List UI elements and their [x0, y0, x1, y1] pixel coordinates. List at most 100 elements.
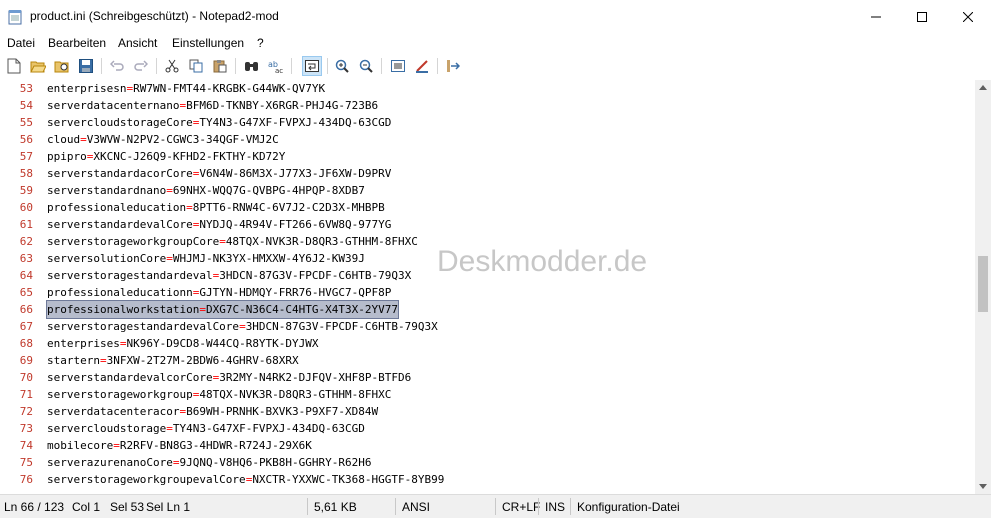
editor-line[interactable]: 64 serverstoragestandardeval=3HDCN-87G3V-… [0, 267, 975, 284]
line-number: 60 [19, 201, 33, 214]
editor-line[interactable]: 69 startern=3NFXW-2T27M-2BDW6-4GHRV-68XRX [0, 352, 975, 369]
ini-value: 8PTT6-RNW4C-6V7J2-C2D3X-MHBPB [192, 201, 385, 214]
scheme-button[interactable] [389, 57, 407, 75]
code-line: serverstorageworkgroupCore=48TQX-NVK3R-D… [47, 233, 418, 250]
ini-value: 3R2MY-N4RK2-DJFQV-XHF8P-BTFD6 [219, 371, 412, 384]
notepad-app-icon [8, 10, 22, 25]
line-number: 76 [19, 473, 33, 486]
toolbar-separator [235, 58, 236, 74]
editor-line[interactable]: 57 ppipro=XKCNC-J26Q9-KFHD2-FKTHY-KD72Y [0, 148, 975, 165]
code-line: serverdatacenternano=BFM6D-TKNBY-X6RGR-P… [47, 97, 378, 114]
editor-line[interactable]: 73 servercloudstorage=TY4N3-G47XF-FVPXJ-4… [0, 420, 975, 437]
word-wrap-button[interactable] [302, 56, 322, 76]
status-scheme[interactable]: Konfiguration-Datei [577, 500, 680, 514]
ini-key: serverazurenanoCore [47, 456, 173, 469]
save-button[interactable] [77, 57, 95, 75]
open-button[interactable] [29, 57, 47, 75]
exit-icon [447, 60, 460, 72]
exit-button[interactable] [444, 57, 462, 75]
ini-key: serverstorageworkgroup [47, 388, 193, 401]
copy-icon [189, 59, 203, 73]
menu-help[interactable]: ? [257, 36, 264, 50]
cut-button[interactable] [163, 57, 181, 75]
editor-line[interactable]: 76 serverstorageworkgroupevalCore=NXCTR-Y… [0, 471, 975, 488]
line-number: 62 [19, 235, 33, 248]
minimize-button[interactable] [853, 0, 899, 33]
browse-icon [54, 61, 69, 73]
ini-equals: = [166, 252, 173, 265]
zoom-out-button[interactable] [357, 57, 375, 75]
status-encoding[interactable]: ANSI [402, 500, 430, 514]
editor-line[interactable]: 70 serverstandardevalcorCore=3R2MY-N4RK2-… [0, 369, 975, 386]
maximize-button[interactable] [899, 0, 945, 33]
editor-line[interactable]: 71 serverstorageworkgroup=48TQX-NVK3R-D8Q… [0, 386, 975, 403]
line-number: 73 [19, 422, 33, 435]
scheme-icon [391, 60, 405, 72]
editor-line[interactable]: 61 serverstandardevalCore=NYDJQ-4R94V-FT2… [0, 216, 975, 233]
editor-line[interactable]: 65 professionaleducationn=GJTYN-HDMQY-FRR… [0, 284, 975, 301]
editor-line[interactable]: 54 serverdatacenternano=BFM6D-TKNBY-X6RGR… [0, 97, 975, 114]
code-line: serverstoragestandardeval=3HDCN-87G3V-FP… [47, 267, 411, 284]
close-button[interactable] [945, 0, 991, 33]
ini-value: 9JQNQ-V8HQ6-PKB8H-GGHRY-R62H6 [179, 456, 372, 469]
ini-value: NK96Y-D9CD8-W44CQ-R8YTK-DYJWX [126, 337, 319, 350]
scroll-up-icon[interactable] [979, 85, 987, 90]
menu-einstellungen[interactable]: Einstellungen [172, 36, 244, 50]
scroll-down-icon[interactable] [979, 484, 987, 489]
code-line: servercloudstorageCore=TY4N3-G47XF-FVPXJ… [47, 114, 391, 131]
editor-line[interactable]: 74 mobilecore=R2RFV-BN8G3-4HDWR-R724J-29X… [0, 437, 975, 454]
status-line-endings[interactable]: CR+LF [502, 500, 540, 514]
editor-line[interactable]: 62 serverstorageworkgroupCore=48TQX-NVK3R… [0, 233, 975, 250]
editor-line[interactable]: 72 serverdatacenteracor=B69WH-PRNHK-BXVK3… [0, 403, 975, 420]
status-bar: Ln 66 / 123 Col 1 Sel 53 Sel Ln 1 5,61 K… [0, 494, 991, 518]
editor-line[interactable]: 68 enterprises=NK96Y-D9CD8-W44CQ-R8YTK-DY… [0, 335, 975, 352]
menu-datei[interactable]: Datei [7, 36, 35, 50]
editor-line[interactable]: 66 professionalworkstation=DXG7C-N36C4-C4… [0, 300, 975, 319]
ini-equals: = [80, 133, 87, 146]
code-line: serverstandardevalCore=NYDJQ-4R94V-FT266… [47, 216, 391, 233]
menu-bearbeiten[interactable]: Bearbeiten [48, 36, 106, 50]
vertical-scrollbar[interactable] [975, 80, 991, 494]
line-number: 65 [19, 286, 33, 299]
replace-button[interactable]: ab ac [267, 57, 285, 75]
customize-scheme-button[interactable] [413, 57, 431, 75]
open-folder-icon [30, 61, 46, 73]
code-line: ppipro=XKCNC-J26Q9-KFHD2-FKTHY-KD72Y [47, 148, 285, 165]
code-line: serverstandardnano=69NHX-WQQ7G-QVBPG-4HP… [47, 182, 365, 199]
editor-line[interactable]: 53 enterprisesn=RW7WN-FMT44-KRGBK-G44WK-Q… [0, 80, 975, 97]
editor-line[interactable]: 58 serverstandardacorCore=V6N4W-86M3X-J77… [0, 165, 975, 182]
redo-icon [134, 60, 148, 71]
status-insert-mode[interactable]: INS [545, 500, 565, 514]
editor-line[interactable]: 55 servercloudstorageCore=TY4N3-G47XF-FVP… [0, 114, 975, 131]
find-button[interactable] [243, 57, 261, 75]
editor[interactable]: 53 enterprisesn=RW7WN-FMT44-KRGBK-G44WK-Q… [0, 80, 975, 494]
code-line: serverdatacenteracor=B69WH-PRNHK-BXVK3-P… [47, 403, 378, 420]
ini-equals: = [219, 235, 226, 248]
editor-line[interactable]: 63 serversolutionCore=WHJMJ-NK3YX-HMXXW-4… [0, 250, 975, 267]
ini-key: serverstandardevalCore [47, 218, 193, 231]
paste-button[interactable] [211, 57, 229, 75]
ini-value: R2RFV-BN8G3-4HDWR-R724J-29X6K [119, 439, 312, 452]
ini-value: V3WVW-N2PV2-CGWC3-34QGF-VMJ2C [86, 133, 279, 146]
line-number: 63 [19, 252, 33, 265]
maximize-icon [917, 11, 927, 22]
zoom-in-button[interactable] [333, 57, 351, 75]
editor-line[interactable]: 75 serverazurenanoCore=9JQNQ-V8HQ6-PKB8H-… [0, 454, 975, 471]
scrollbar-thumb[interactable] [978, 256, 988, 312]
redo-button[interactable] [132, 57, 150, 75]
ini-value: NXCTR-YXXWC-TK368-HGGTF-8YB99 [252, 473, 445, 486]
undo-button[interactable] [108, 57, 126, 75]
editor-line[interactable]: 67 serverstoragestandardevalCore=3HDCN-87… [0, 318, 975, 335]
editor-line[interactable]: 56 cloud=V3WVW-N2PV2-CGWC3-34QGF-VMJ2C [0, 131, 975, 148]
ini-value: 48TQX-NVK3R-D8QR3-GTHHM-8FHXC [199, 388, 392, 401]
menu-ansicht[interactable]: Ansicht [118, 36, 157, 50]
browse-button[interactable] [53, 57, 71, 75]
editor-line[interactable]: 60 professionaleducation=8PTT6-RNW4C-6V7J… [0, 199, 975, 216]
title-bar: product.ini (Schreibgeschützt) - Notepad… [0, 0, 991, 33]
copy-button[interactable] [187, 57, 205, 75]
new-file-button[interactable] [5, 57, 23, 75]
code-line: startern=3NFXW-2T27M-2BDW6-4GHRV-68XRX [47, 352, 299, 369]
code-line: mobilecore=R2RFV-BN8G3-4HDWR-R724J-29X6K [47, 437, 312, 454]
code-line: professionaleducation=8PTT6-RNW4C-6V7J2-… [47, 199, 385, 216]
editor-line[interactable]: 59 serverstandardnano=69NHX-WQQ7G-QVBPG-4… [0, 182, 975, 199]
